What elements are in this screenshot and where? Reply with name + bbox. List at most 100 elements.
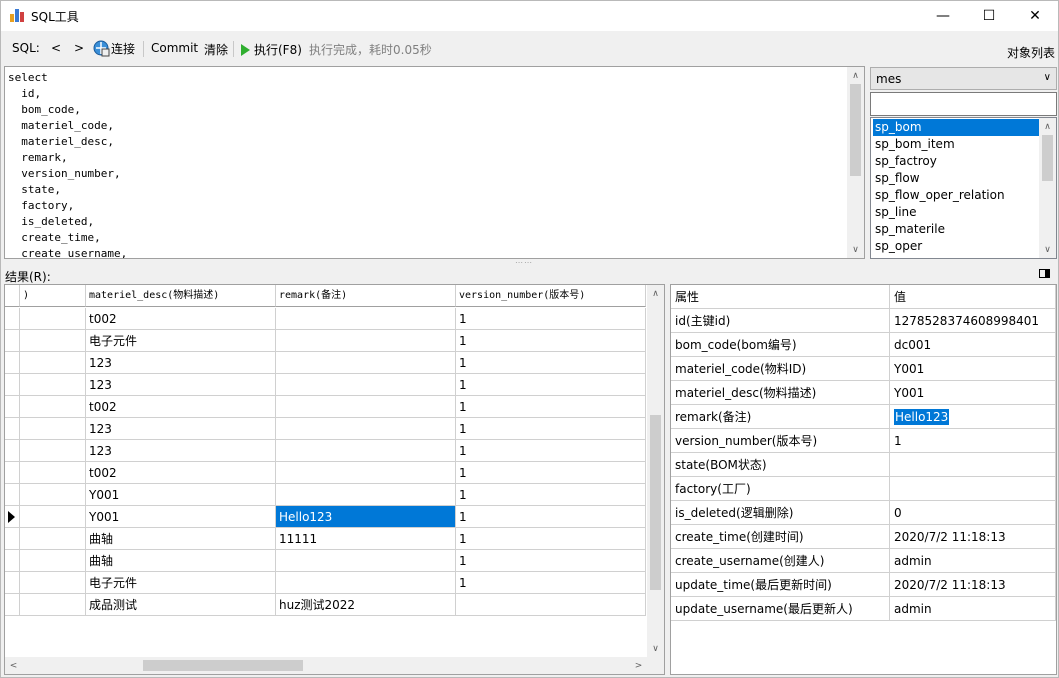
grid-cell[interactable] [20,330,86,352]
property-value[interactable]: dc001 [890,333,1056,357]
property-value[interactable]: Hello123 [890,405,1056,429]
scroll-up-icon[interactable]: ∧ [1039,118,1056,135]
grid-cell[interactable] [20,572,86,594]
connect-button[interactable]: 连接 [92,39,135,57]
grid-cell[interactable] [276,484,456,506]
property-value[interactable]: 0 [890,501,1056,525]
grid-cell[interactable]: 1 [456,572,646,594]
grid-cell[interactable] [20,528,86,550]
grid-cell[interactable]: 1 [456,352,646,374]
grid-cell[interactable] [20,352,86,374]
row-header[interactable] [5,572,20,594]
scroll-thumb[interactable] [650,415,661,590]
grid-cell[interactable] [20,308,86,330]
grid-cell[interactable]: 1 [456,374,646,396]
grid-cell[interactable]: 曲轴 [86,550,276,572]
grid-cell[interactable]: 11111 [276,528,456,550]
grid-cell[interactable] [456,594,646,616]
grid-cell[interactable] [20,440,86,462]
grid-cell[interactable]: 1 [456,484,646,506]
editor-scrollbar[interactable]: ∧ ∨ [847,67,864,258]
grid-cell[interactable] [20,418,86,440]
grid-cell[interactable] [20,396,86,418]
close-button[interactable]: ✕ [1012,1,1058,31]
scroll-down-icon[interactable]: ∨ [1039,241,1056,258]
grid-cell[interactable] [276,352,456,374]
property-value[interactable] [890,453,1056,477]
property-value[interactable]: admin [890,549,1056,573]
scroll-up-icon[interactable]: ∧ [647,285,664,302]
grid-cell[interactable]: 电子元件 [86,572,276,594]
row-header[interactable] [5,506,20,528]
grid-cell[interactable]: t002 [86,462,276,484]
row-header[interactable] [5,528,20,550]
grid-cell[interactable] [276,418,456,440]
scroll-thumb[interactable] [143,660,303,671]
grid-cell[interactable]: t002 [86,396,276,418]
selected-value[interactable]: Hello123 [894,409,950,425]
grid-horizontal-scrollbar[interactable]: < > [5,657,664,674]
grid-cell[interactable]: 123 [86,440,276,462]
list-item[interactable]: sp_oper [873,238,1039,255]
grid-cell[interactable]: Y001 [86,506,276,528]
list-item[interactable]: sp_materile [873,221,1039,238]
grid-cell[interactable]: Y001 [86,484,276,506]
property-value[interactable]: 1 [890,429,1056,453]
grid-cell[interactable]: 电子元件 [86,330,276,352]
row-header[interactable] [5,550,20,572]
clear-button[interactable]: 清除 [204,41,228,58]
column-header[interactable]: remark(备注) [276,285,456,307]
grid-cell[interactable] [20,484,86,506]
object-filter-input[interactable] [870,92,1057,116]
next-sql-button[interactable]: > [74,41,84,55]
property-value[interactable]: 1278528374608998401 [890,309,1056,333]
row-header[interactable] [5,462,20,484]
grid-cell[interactable]: 1 [456,440,646,462]
scroll-down-icon[interactable]: ∨ [647,640,664,657]
list-item[interactable]: sp_line [873,204,1039,221]
column-header[interactable]: ) [20,285,86,307]
grid-cell[interactable]: 1 [456,396,646,418]
scroll-left-icon[interactable]: < [5,657,22,674]
sql-editor[interactable]: select id, bom_code, materiel_code, mate… [4,66,865,259]
list-item[interactable]: sp_flow [873,170,1039,187]
grid-cell[interactable]: 123 [86,374,276,396]
grid-cell[interactable]: 1 [456,418,646,440]
minimize-button[interactable]: — [920,1,966,31]
row-properties-panel[interactable]: 属性 值 id(主键id) 1278528374608998401 bom_code… [670,284,1057,675]
scroll-thumb[interactable] [1042,135,1053,181]
dock-panel-icon[interactable] [1039,269,1050,278]
scroll-thumb[interactable] [850,84,861,176]
grid-cell[interactable] [276,572,456,594]
horizontal-splitter[interactable]: ⋯⋯ [515,258,533,267]
grid-cell[interactable]: 1 [456,528,646,550]
property-value[interactable]: 2020/7/2 11:18:13 [890,573,1056,597]
grid-vertical-scrollbar[interactable]: ∧ ∨ [647,285,664,657]
sql-text[interactable]: select id, bom_code, materiel_code, mate… [8,70,127,258]
grid-cell[interactable]: 1 [456,550,646,572]
results-grid[interactable]: ) materiel_desc(物料描述) remark(备注) version… [4,284,665,675]
row-header[interactable] [5,396,20,418]
grid-cell[interactable]: 123 [86,418,276,440]
grid-cell[interactable]: 123 [86,352,276,374]
commit-button[interactable]: Commit [151,41,198,55]
row-header[interactable] [5,440,20,462]
grid-cell[interactable]: 1 [456,506,646,528]
grid-cell[interactable] [276,440,456,462]
list-item[interactable]: sp_flow_oper_relation [873,187,1039,204]
row-header[interactable] [5,352,20,374]
grid-cell[interactable]: 1 [456,308,646,330]
prev-sql-button[interactable]: < [51,41,61,55]
column-header[interactable]: version_number(版本号) [456,285,646,307]
row-header[interactable] [5,374,20,396]
grid-cell[interactable] [276,308,456,330]
grid-cell[interactable]: t002 [86,308,276,330]
list-item[interactable]: sp_bom [873,119,1039,136]
grid-cell[interactable] [276,396,456,418]
property-value[interactable] [890,477,1056,501]
grid-cell[interactable] [276,550,456,572]
grid-cell[interactable] [20,550,86,572]
grid-cell[interactable]: huz测试2022 [276,594,456,616]
database-select[interactable]: mes ∨ [870,67,1057,90]
grid-cell[interactable] [276,330,456,352]
